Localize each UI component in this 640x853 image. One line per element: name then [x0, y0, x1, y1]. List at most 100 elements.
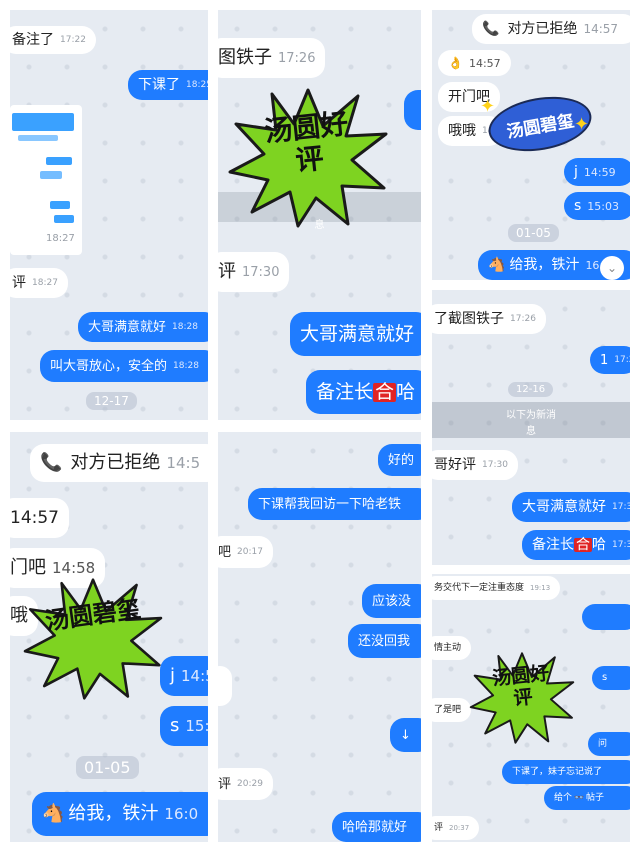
message-text: 大哥满意就好: [88, 319, 167, 335]
message-bubble[interactable]: 大哥满意就好 17:31: [512, 492, 630, 522]
message-text: 1: [600, 352, 609, 368]
message-time: 17:30: [482, 459, 508, 470]
message-text: 好的: [388, 452, 415, 468]
message-time: 14:57: [10, 507, 59, 528]
date-separator: 01-05: [508, 224, 559, 242]
date-separator: 01-05: [76, 756, 139, 779]
screenshot-thumbnail[interactable]: 18:27: [10, 105, 82, 255]
message-bubble[interactable]: s: [592, 666, 630, 690]
message-bubble[interactable]: 大哥满意就好 18:28: [78, 312, 208, 342]
message-bubble[interactable]: 图铁子 17:26: [218, 38, 326, 78]
sticker-text: 汤圆好评: [262, 106, 350, 178]
message-bubble[interactable]: 给个 👓 帖子: [544, 786, 630, 810]
message-text: 了是吧: [434, 704, 462, 715]
message-bubble[interactable]: 1 17:26: [590, 346, 630, 374]
message-bubble[interactable]: 📞 对方已拒绝 14:57: [472, 14, 630, 44]
sticker-tangyuan-haoping-small: 汤圆好评: [468, 652, 576, 744]
message-bubble[interactable]: s 15:03: [564, 192, 630, 220]
message-time: 17:22: [60, 34, 86, 45]
message-bubble[interactable]: 评 18:27: [10, 268, 68, 298]
message-bubble[interactable]: 还没回我: [348, 624, 421, 658]
message-time: 18:27: [32, 277, 58, 288]
message-text: 帖子: [585, 792, 604, 803]
message-bubble[interactable]: ↓: [390, 718, 421, 752]
message-time: 17:26: [278, 50, 316, 66]
message-bubble[interactable]: 好的: [378, 444, 421, 476]
message-text: 评: [218, 261, 236, 282]
message-time: 15:03: [587, 199, 619, 213]
message-text: 问: [598, 738, 608, 749]
message-bubble[interactable]: 👌 14:57: [438, 50, 511, 76]
message-bubble[interactable]: 14:57: [10, 498, 69, 538]
message-bubble[interactable]: 下课帮我回访一下哈老铁: [248, 488, 421, 520]
message-text: ↓: [400, 727, 411, 743]
message-bubble[interactable]: 📞 对方已拒绝 14:5: [30, 444, 208, 482]
message-text: 哈哈那就好: [342, 819, 408, 835]
chat-panel-3: 📞 对方已拒绝 14:57 👌 14:57 开门吧 哦哦 14 汤圆碧玺 ✦ ✦…: [432, 10, 630, 280]
message-text: 大哥满意就好: [300, 322, 415, 345]
message-text: 门吧: [10, 557, 46, 578]
message-bubble[interactable]: s 15:0: [160, 706, 208, 746]
emoji-icon: 👌: [448, 56, 463, 70]
message-time: 14:58: [52, 558, 96, 577]
message-bubble[interactable]: j 14:59: [564, 158, 630, 186]
message-bubble[interactable]: 备注长合哈 17:31: [522, 530, 630, 560]
message-text: 备注长: [532, 537, 574, 553]
message-bubble[interactable]: 备注长合哈: [306, 370, 421, 414]
message-time: 20:29: [237, 778, 263, 789]
message-text: 备注长: [316, 380, 374, 403]
message-time: 18:28: [172, 321, 198, 332]
message-text: 评: [434, 822, 444, 833]
message-bubble[interactable]: 了是吧: [432, 698, 472, 722]
phone-icon: 📞: [40, 452, 63, 473]
message-time: 20:37: [449, 823, 470, 832]
highlight-char: 合: [373, 380, 397, 403]
message-text: 下课了，妹子忘记说了: [512, 766, 603, 777]
scroll-down-button[interactable]: ⌄: [600, 256, 624, 280]
message-bubble[interactable]: [218, 666, 232, 706]
message-bubble[interactable]: 评 20:37: [432, 816, 480, 840]
message-bubble[interactable]: 下课了，妹子忘记说了: [502, 760, 630, 784]
message-bubble[interactable]: 问: [588, 732, 630, 756]
message-text: 还没回我: [358, 633, 411, 649]
message-bubble[interactable]: 🐴 给我，铁汁 16:0: [32, 792, 208, 836]
message-text: j: [170, 665, 176, 686]
message-time: 18:28: [173, 360, 199, 371]
message-bubble[interactable]: 务交代下一定注重态度 19:13: [432, 576, 561, 600]
chat-panel-4: 了截图铁子 17:26 1 17:26 12-16 以下为新消 息 哥好评 17…: [432, 290, 630, 565]
message-text: 吧: [218, 544, 232, 560]
message-bubble[interactable]: 吧 20:17: [218, 536, 273, 568]
message-text: j: [574, 164, 578, 180]
message-text: 对方已拒绝: [70, 452, 161, 473]
message-bubble[interactable]: 了截图铁子 17:26: [432, 304, 546, 334]
message-bubble[interactable]: 叫大哥放心，安全的 18:28: [40, 350, 208, 382]
message-text: s: [574, 198, 582, 214]
message-time: 15:0: [185, 716, 208, 735]
message-bubble[interactable]: [404, 90, 421, 130]
message-bubble[interactable]: 备注了 17:22: [10, 26, 96, 54]
message-text: 给我，铁汁: [68, 803, 159, 824]
message-text: 对方已拒绝: [507, 21, 578, 37]
message-text: s: [170, 715, 180, 736]
message-bubble[interactable]: 评 17:30: [218, 252, 290, 292]
message-bubble[interactable]: 应该没: [362, 584, 421, 618]
message-bubble[interactable]: j 14:5: [160, 656, 208, 696]
message-time: 17:31: [612, 501, 630, 512]
message-bubble[interactable]: 下课了 18:25: [128, 70, 208, 100]
message-bubble[interactable]: 大哥满意就好: [290, 312, 421, 356]
message-time: 14:5: [181, 666, 208, 685]
message-text: 给我，铁汁: [509, 257, 580, 273]
message-text: 给个: [554, 792, 573, 803]
message-bubble[interactable]: 评 20:29: [218, 768, 273, 800]
message-text: 大哥满意就好: [522, 499, 606, 515]
message-bubble[interactable]: 情主动: [432, 636, 472, 660]
message-time: 17:30: [242, 264, 280, 280]
message-time: 20:17: [237, 546, 263, 557]
message-bubble[interactable]: 哈哈那就好: [332, 812, 421, 842]
message-bubble[interactable]: [582, 604, 630, 630]
message-time: 17:31: [612, 539, 630, 550]
message-bubble[interactable]: 哥好评 17:30: [432, 450, 518, 480]
message-text: s: [602, 672, 608, 683]
sticker-tangyuan-haoping-large: 汤圆好评: [228, 88, 388, 228]
message-text: 评: [218, 776, 232, 792]
